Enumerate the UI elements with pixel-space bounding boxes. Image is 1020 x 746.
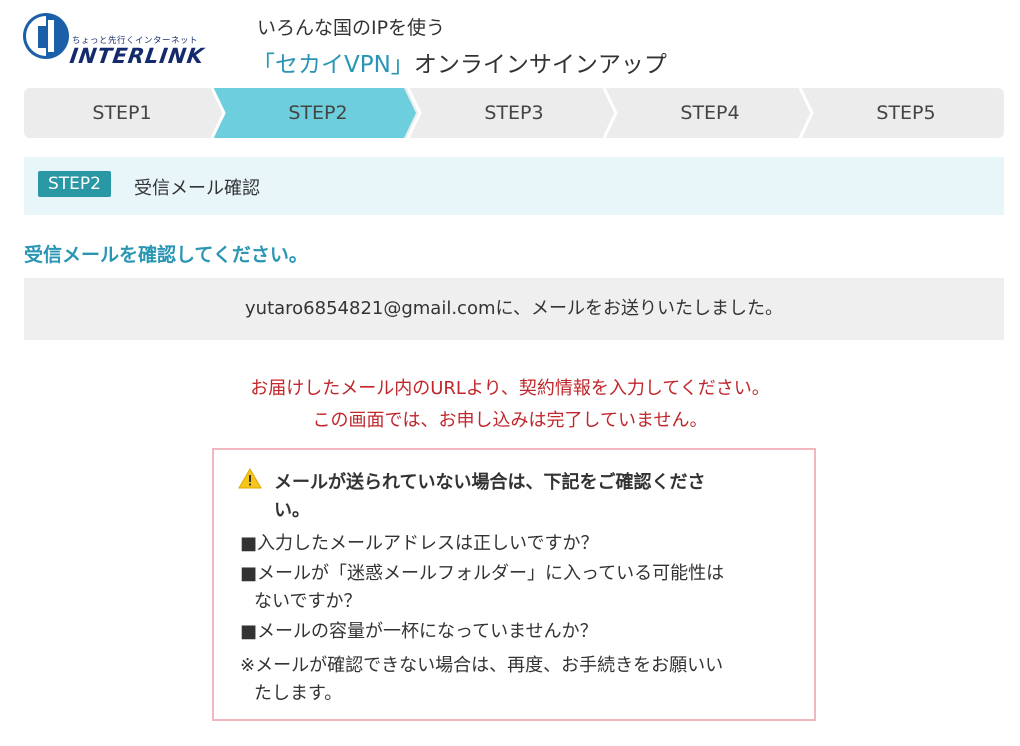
interlink-logo[interactable]: ちょっと先行くインターネット INTERLINK	[22, 10, 232, 70]
step-progress-bar: STEP1 STEP2 STEP3 STEP4 STEP5	[24, 88, 1004, 138]
help-note: ※メールが確認できない場合は、再度、お手続きをお願いい たします。	[240, 652, 800, 708]
sent-message: yutaro6854821@gmail.comに、メールをお送りいたしました。	[245, 298, 783, 319]
step-badge: STEP2	[38, 171, 111, 197]
notice-line-1: お届けしたメール内のURLより、契約情報を入力してください。	[250, 378, 770, 399]
page-title-rest: オンラインサインアップ	[413, 52, 667, 78]
sent-message-box: yutaro6854821@gmail.comに、メールをお送りいたしました。	[24, 278, 1004, 340]
current-step-header: STEP2 受信メール確認	[24, 157, 1004, 215]
step-3: STEP3	[484, 102, 544, 124]
help-note-line-2: たします。	[254, 683, 343, 704]
page-header: ちょっと先行くインターネット INTERLINK いろんな国のIPを使う 「セカ…	[0, 0, 1020, 86]
help-box: メールが送られていない場合は、下記をご確認くださ い。 ■入力したメールアドレス…	[212, 448, 816, 721]
service-name: 「セカイVPN」	[252, 52, 414, 78]
help-heading-line-1: メールが送られていない場合は、下記をご確認くださ	[274, 472, 706, 493]
help-item-spam-line-1: ■メールが「迷惑メールフォルダー」に入っている可能性は	[240, 563, 725, 584]
header-subtitle: いろんな国のIPを使う	[257, 17, 446, 39]
notice-line-2: この画面では、お申し込みは完了していません。	[312, 410, 708, 431]
warning-triangle-icon	[238, 468, 262, 489]
step-title: 受信メール確認	[134, 178, 260, 199]
help-note-line-1: ※メールが確認できない場合は、再度、お手続きをお願いい	[240, 655, 724, 676]
confirm-heading: 受信メールを確認してください。	[24, 244, 308, 266]
step-5: STEP5	[876, 102, 936, 124]
step-2: STEP2	[288, 102, 348, 124]
help-item-address: ■入力したメールアドレスは正しいですか？	[240, 533, 599, 554]
help-item-spam-line-2: ないですか？	[254, 591, 362, 612]
page-title: 「セカイVPN」オンラインサインアップ	[252, 45, 667, 79]
logo-text: INTERLINK	[68, 44, 206, 68]
help-heading-line-2: い。	[274, 500, 310, 521]
step-1: STEP1	[92, 102, 152, 124]
help-heading: メールが送られていない場合は、下記をご確認くださ い。	[274, 469, 774, 525]
interlink-logo-icon	[23, 13, 69, 59]
help-item-spam: ■メールが「迷惑メールフォルダー」に入っている可能性は ないですか？	[240, 560, 800, 616]
step-4: STEP4	[680, 102, 740, 124]
help-item-capacity: ■メールの容量が一杯になっていませんか？	[240, 621, 598, 642]
